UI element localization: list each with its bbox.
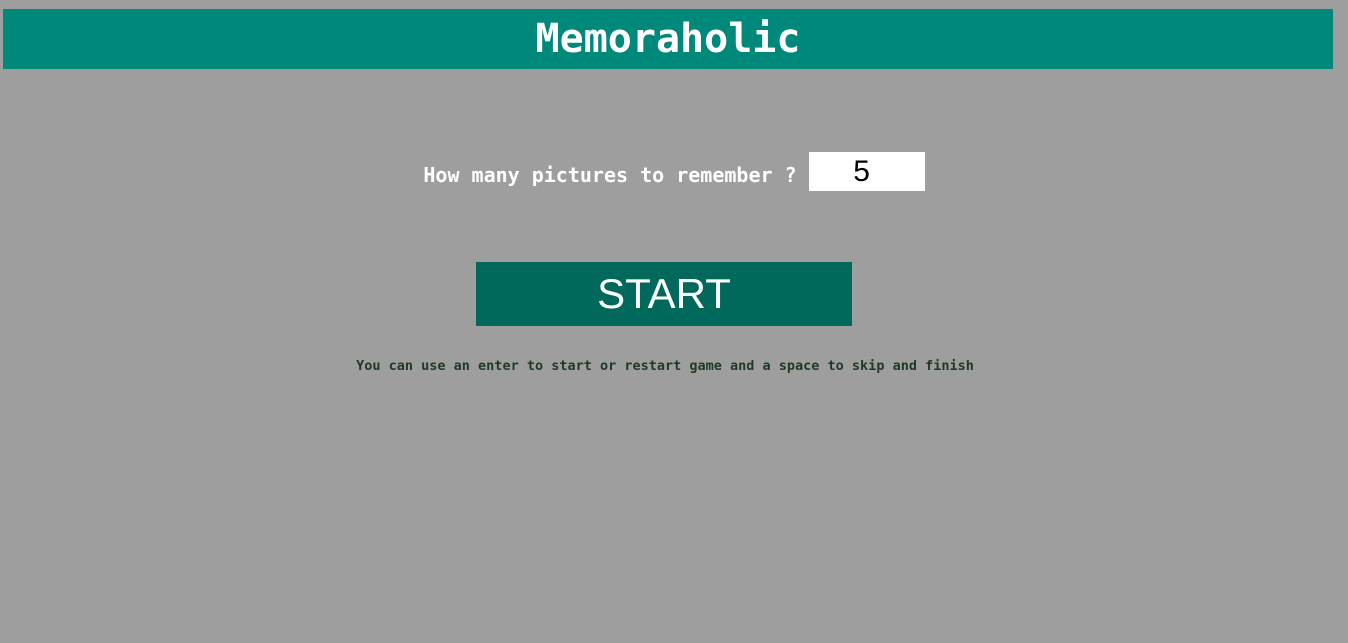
pictures-count-label: How many pictures to remember ? <box>423 162 797 187</box>
app-title: Memoraholic <box>535 16 801 62</box>
keyboard-hint-text: You can use an enter to start or restart… <box>356 358 974 374</box>
pictures-count-input[interactable] <box>808 152 925 191</box>
start-button[interactable]: START <box>476 262 852 326</box>
app-header: Memoraholic <box>3 9 1333 69</box>
pictures-count-row: How many pictures to remember ? <box>0 152 1348 191</box>
